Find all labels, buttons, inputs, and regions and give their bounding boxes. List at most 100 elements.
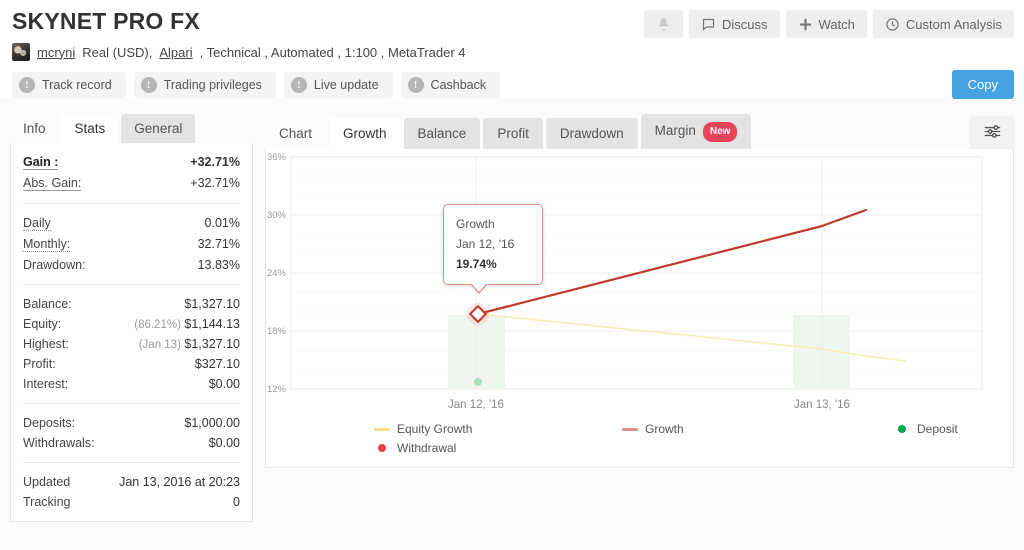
- notifications-button[interactable]: [644, 10, 684, 38]
- legend-item-withdrawal[interactable]: Withdrawal: [266, 441, 456, 455]
- stat-value-wrap: (Jan 13) $1,327.10: [139, 337, 240, 351]
- stat-value: 32.71%: [197, 237, 240, 251]
- stat-key: Withdrawals:: [23, 436, 95, 450]
- stat-value: $0.00: [208, 436, 240, 450]
- stat-row: Equity: (86.21%) $1,144.13: [23, 314, 240, 334]
- tab-profit[interactable]: Profit: [483, 118, 543, 149]
- pill-cashback[interactable]: ! Cashback: [400, 72, 501, 98]
- tab-growth[interactable]: Growth: [329, 118, 401, 149]
- bell-icon: [656, 17, 671, 32]
- tab-drawdown[interactable]: Drawdown: [545, 118, 638, 149]
- pill-label: Cashback: [430, 78, 487, 92]
- stat-value: $1,327.10: [184, 297, 240, 311]
- sliders-icon: [983, 122, 1002, 144]
- stat-value: Jan 13, 2016 at 20:23: [119, 475, 240, 489]
- exclamation-icon: !: [407, 77, 424, 93]
- chart-canvas: 36% 30% 24% 18% 12%: [267, 152, 983, 395]
- y-tick-label: 18%: [267, 326, 287, 337]
- stat-row: Drawdown: 13.83%: [23, 255, 240, 275]
- stat-row: Interest: $0.00: [23, 374, 240, 394]
- stat-value: +32.71%: [190, 176, 240, 190]
- comment-icon: [701, 17, 716, 32]
- stat-subvalue: (86.21%): [134, 319, 181, 331]
- stat-row: Abs. Gain: +32.71%: [23, 173, 240, 194]
- stat-row: Monthly: 32.71%: [23, 234, 240, 255]
- y-tick-label: 12%: [267, 384, 287, 395]
- stat-key: Gain :: [23, 155, 59, 170]
- legend-item-equity-growth[interactable]: Equity Growth: [266, 422, 564, 436]
- tab-margin-label: Margin: [654, 123, 696, 138]
- page-title: SKYNET PRO FX: [12, 8, 200, 34]
- header-actions: Discuss Watch Custom Analysis: [644, 4, 1014, 38]
- username-link[interactable]: mcryni: [37, 45, 75, 60]
- stat-value: +32.71%: [190, 155, 240, 169]
- account-type: Real (USD),: [82, 44, 153, 60]
- discuss-button[interactable]: Discuss: [689, 10, 780, 38]
- stat-key: Interest:: [23, 377, 69, 391]
- account-meta-row: mcryni Real (USD), Alpari , Technical , …: [10, 43, 1014, 61]
- legend-item-growth[interactable]: Growth: [564, 422, 822, 436]
- tab-general[interactable]: General: [121, 114, 196, 143]
- legend-label: Deposit: [917, 422, 958, 436]
- exclamation-icon: !: [140, 77, 157, 93]
- exclamation-icon: !: [290, 77, 307, 93]
- stat-row: Updated Jan 13, 2016 at 20:23: [23, 472, 240, 492]
- title-row: SKYNET PRO FX Discuss Watch Custom Analy…: [10, 0, 1014, 38]
- chart-tooltip: Growth Jan 12, '16 19.74%: [443, 204, 543, 294]
- stat-key: Daily: [23, 216, 51, 231]
- custom-analysis-button[interactable]: Custom Analysis: [872, 10, 1014, 38]
- chart-panel: Chart Growth Balance Profit Drawdown Mar…: [265, 114, 1014, 468]
- tab-stats[interactable]: Stats: [61, 114, 119, 143]
- tab-info[interactable]: Info: [10, 114, 59, 143]
- plus-icon: [798, 17, 813, 32]
- stat-value: $327.10: [194, 357, 240, 371]
- y-tick-label: 36%: [267, 152, 287, 163]
- stats-tabs: Info Stats General: [10, 114, 253, 143]
- stat-value: $0.00: [208, 377, 240, 391]
- tab-margin[interactable]: Margin New: [640, 114, 752, 149]
- stat-value: $1,000.00: [184, 416, 240, 430]
- chart-settings-button[interactable]: [970, 116, 1014, 149]
- growth-chart[interactable]: 36% 30% 24% 18% 12% Jan 12, '16 Jan 13, …: [265, 149, 1014, 468]
- stat-group-flows: Deposits: $1,000.00 Withdrawals: $0.00: [23, 404, 240, 463]
- page-body: Info Stats General Gain : +32.71% Abs. G…: [0, 114, 1024, 522]
- new-badge: New: [702, 122, 738, 142]
- legend-item-deposit[interactable]: Deposit: [822, 422, 958, 436]
- stat-value: $1,144.13: [184, 317, 240, 331]
- stat-key: Updated: [23, 475, 71, 489]
- profile-page: SKYNET PRO FX Discuss Watch Custom Analy…: [0, 0, 1024, 550]
- stat-value-wrap: (86.21%) $1,144.13: [134, 317, 240, 331]
- legend-line-icon: [622, 427, 638, 431]
- stat-value: $1,327.10: [184, 337, 240, 351]
- chart-legend: Equity Growth Growth Deposit Withdrawal: [266, 422, 1013, 455]
- verification-pill-row: ! Track record ! Trading privileges ! Li…: [10, 70, 1014, 99]
- legend-dot-icon: [378, 444, 386, 452]
- stats-card: Gain : +32.71% Abs. Gain: +32.71% Daily …: [10, 143, 253, 522]
- watch-button[interactable]: Watch: [785, 10, 867, 38]
- stat-key: Balance:: [23, 297, 72, 311]
- legend-label: Growth: [645, 422, 684, 436]
- pill-trading-privileges[interactable]: ! Trading privileges: [133, 72, 276, 98]
- pill-live-update[interactable]: ! Live update: [283, 72, 393, 98]
- y-tick-label: 24%: [267, 268, 287, 279]
- page-header: SKYNET PRO FX Discuss Watch Custom Analy…: [0, 0, 1024, 99]
- x-tick-label: Jan 13, '16: [794, 399, 850, 411]
- stat-row: Gain : +32.71%: [23, 152, 240, 173]
- legend-line-icon: [374, 427, 390, 431]
- stat-subvalue: (Jan 13): [138, 339, 181, 351]
- tab-chart[interactable]: Chart: [265, 118, 326, 149]
- custom-analysis-label: Custom Analysis: [905, 16, 1002, 32]
- stat-row: Profit: $327.10: [23, 354, 240, 374]
- stat-key: Tracking: [23, 495, 71, 509]
- account-details: , Technical , Automated , 1:100 , MetaTr…: [199, 44, 466, 60]
- stat-group-meta: Updated Jan 13, 2016 at 20:23 Tracking 0: [23, 463, 240, 521]
- tooltip-value: 19.74%: [456, 257, 497, 271]
- stat-group-money: Balance: $1,327.10 Equity: (86.21%) $1,1…: [23, 285, 240, 404]
- tab-balance[interactable]: Balance: [403, 118, 481, 149]
- stat-value: 0: [233, 495, 240, 509]
- copy-button[interactable]: Copy: [951, 70, 1014, 99]
- broker-link[interactable]: Alpari: [159, 45, 192, 60]
- pill-track-record[interactable]: ! Track record: [12, 72, 126, 98]
- stat-value: 0.01%: [204, 216, 240, 230]
- pill-label: Trading privileges: [163, 78, 262, 92]
